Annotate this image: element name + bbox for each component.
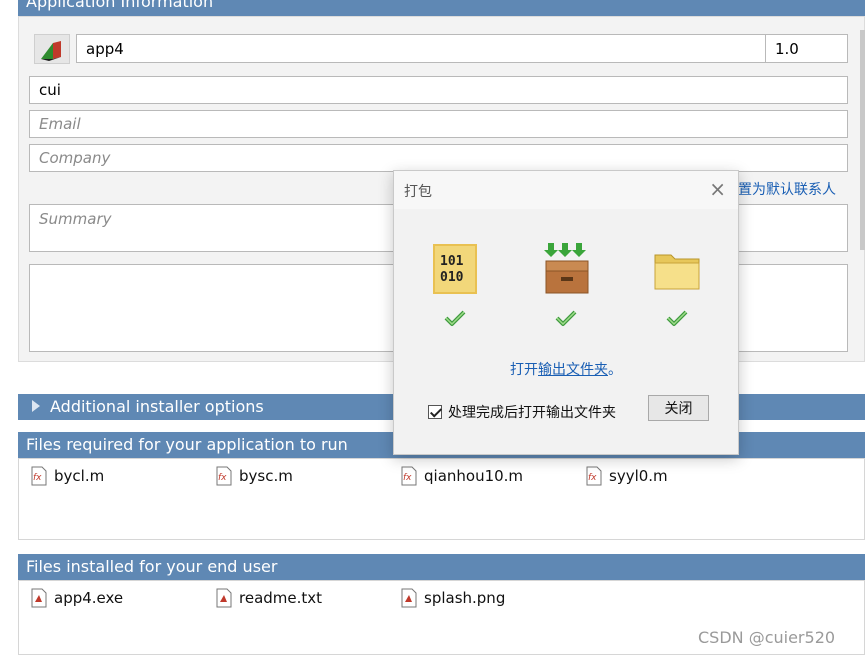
exe-file-icon <box>31 588 47 608</box>
file-item[interactable]: splash.png <box>400 588 505 608</box>
expand-arrow-icon <box>32 399 40 412</box>
matlab-file-icon: fx <box>216 466 232 486</box>
svg-text:fx: fx <box>588 473 597 483</box>
checkbox-label: 处理完成后打开输出文件夹 <box>448 405 616 421</box>
author-input[interactable]: cui <box>29 76 848 104</box>
email-field[interactable]: Email <box>29 110 848 138</box>
folder-icon <box>652 241 712 303</box>
file-item[interactable]: fx qianhou10.m <box>400 466 523 486</box>
app-info-header: Application Information <box>18 0 865 16</box>
files-installed-title: Files installed for your end user <box>26 557 278 576</box>
close-button[interactable]: 关闭 <box>648 395 709 421</box>
dialog-title: 打包 <box>404 184 432 200</box>
close-icon[interactable]: × <box>709 177 726 201</box>
app-logo-icon[interactable] <box>34 34 70 64</box>
scrollbar[interactable] <box>860 30 865 250</box>
binary-file-icon: 101 010 <box>432 241 492 303</box>
open-folder-checkbox[interactable]: 处理完成后打开输出文件夹 <box>428 402 616 422</box>
version-input[interactable]: 1.0 <box>765 34 848 63</box>
text-file-icon <box>216 588 232 608</box>
file-item[interactable]: fx bycl.m <box>30 466 104 486</box>
package-dialog: 打包 × 101 010 打开输出文件夹。 处理完成后打开输出文件夹 关闭 <box>393 170 739 455</box>
svg-text:fx: fx <box>403 473 412 483</box>
company-field[interactable]: Company <box>29 144 848 172</box>
svg-text:fx: fx <box>218 473 227 483</box>
matlab-file-icon: fx <box>31 466 47 486</box>
dialog-body: 101 010 打开输出文件夹。 处理完成后打开输出文件夹 关闭 <box>394 209 738 454</box>
package-box-icon <box>542 241 602 303</box>
matlab-file-icon: fx <box>586 466 602 486</box>
file-item[interactable]: app4.exe <box>30 588 123 608</box>
svg-text:101: 101 <box>440 254 464 269</box>
watermark: CSDN @cuier520 <box>698 628 836 647</box>
svg-text:010: 010 <box>440 270 464 285</box>
check-icon <box>666 309 688 331</box>
app-name-input[interactable]: app4 <box>76 34 766 63</box>
files-required-title: Files required for your application to r… <box>26 435 348 454</box>
checkbox[interactable] <box>428 405 442 419</box>
file-item[interactable]: fx bysc.m <box>215 466 293 486</box>
image-file-icon <box>401 588 417 608</box>
file-item[interactable]: fx syyl0.m <box>585 466 668 486</box>
check-icon <box>555 309 577 331</box>
set-default-contact-link[interactable]: 设置为默认联系人 <box>724 179 836 199</box>
svg-text:fx: fx <box>33 473 42 483</box>
additional-options-label: Additional installer options <box>50 397 264 416</box>
files-installed-header: Files installed for your end user <box>18 554 865 580</box>
matlab-file-icon: fx <box>401 466 417 486</box>
check-icon <box>444 309 466 331</box>
app-info-title: Application Information <box>26 0 214 11</box>
open-output-folder-link[interactable]: 打开输出文件夹。 <box>394 359 738 379</box>
file-item[interactable]: readme.txt <box>215 588 322 608</box>
